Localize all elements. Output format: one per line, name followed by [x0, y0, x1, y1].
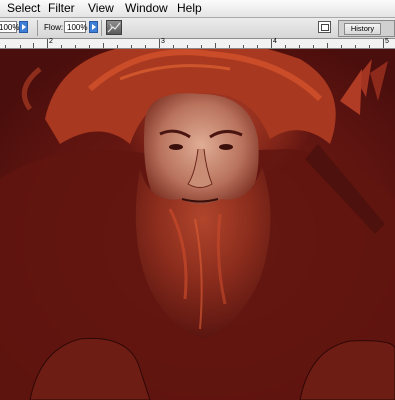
menu-view[interactable]: View [88, 1, 114, 15]
ruler-tick [159, 39, 160, 48]
ruler-label: 2 [49, 38, 53, 45]
ruler-tick [33, 43, 34, 48]
ruler-tick [383, 39, 384, 48]
ruler-tick [341, 45, 342, 48]
ruler-tick [75, 45, 76, 48]
ruler-tick [5, 45, 6, 48]
options-bar: 100% Flow: 100% History [0, 18, 395, 39]
airbrush-toggle-button[interactable] [106, 20, 122, 35]
opacity-field[interactable]: 100% [0, 21, 19, 33]
ruler-tick [215, 43, 216, 48]
ruler-label: 4 [273, 38, 277, 45]
ruler-tick [187, 45, 188, 48]
ruler-tick [47, 39, 48, 48]
separator [37, 20, 38, 36]
ruler-tick [313, 45, 314, 48]
flow-label: Flow: [44, 23, 64, 32]
ruler-tick [257, 45, 258, 48]
airbrush-icon [107, 22, 121, 33]
ruler-tick [201, 45, 202, 48]
horizontal-ruler: 2 3 4 5 [0, 38, 395, 49]
menu-select[interactable]: Select [7, 1, 40, 15]
menu-window[interactable]: Window [125, 1, 168, 15]
menu-filter[interactable]: Filter [48, 1, 75, 15]
ruler-tick [271, 39, 272, 48]
ruler-tick [369, 45, 370, 48]
ruler-tick [327, 43, 328, 48]
ruler-tick [229, 45, 230, 48]
ruler-tick [243, 45, 244, 48]
separator [101, 20, 102, 36]
ruler-label: 3 [161, 38, 165, 45]
menu-bar: Select Filter View Window Help [0, 0, 395, 18]
ruler-tick [61, 45, 62, 48]
menu-help[interactable]: Help [177, 1, 202, 15]
ruler-label: 5 [385, 38, 389, 45]
ruler-tick [131, 45, 132, 48]
opacity-stepper[interactable] [19, 21, 28, 33]
ruler-tick [103, 43, 104, 48]
ruler-tick [285, 45, 286, 48]
ruler-tick [355, 45, 356, 48]
ruler-tick [173, 45, 174, 48]
ruler-tick [117, 45, 118, 48]
document-canvas[interactable] [0, 49, 395, 400]
history-tab[interactable]: History [344, 23, 381, 35]
ruler-tick [145, 45, 146, 48]
ruler-tick [20, 45, 21, 48]
ruler-tick [299, 45, 300, 48]
ruler-tick [89, 45, 90, 48]
bearded-man-painting [0, 49, 395, 400]
flow-stepper[interactable] [89, 21, 98, 33]
flow-field[interactable]: 100% [64, 21, 87, 33]
toggle-palettes-icon[interactable] [318, 21, 331, 33]
